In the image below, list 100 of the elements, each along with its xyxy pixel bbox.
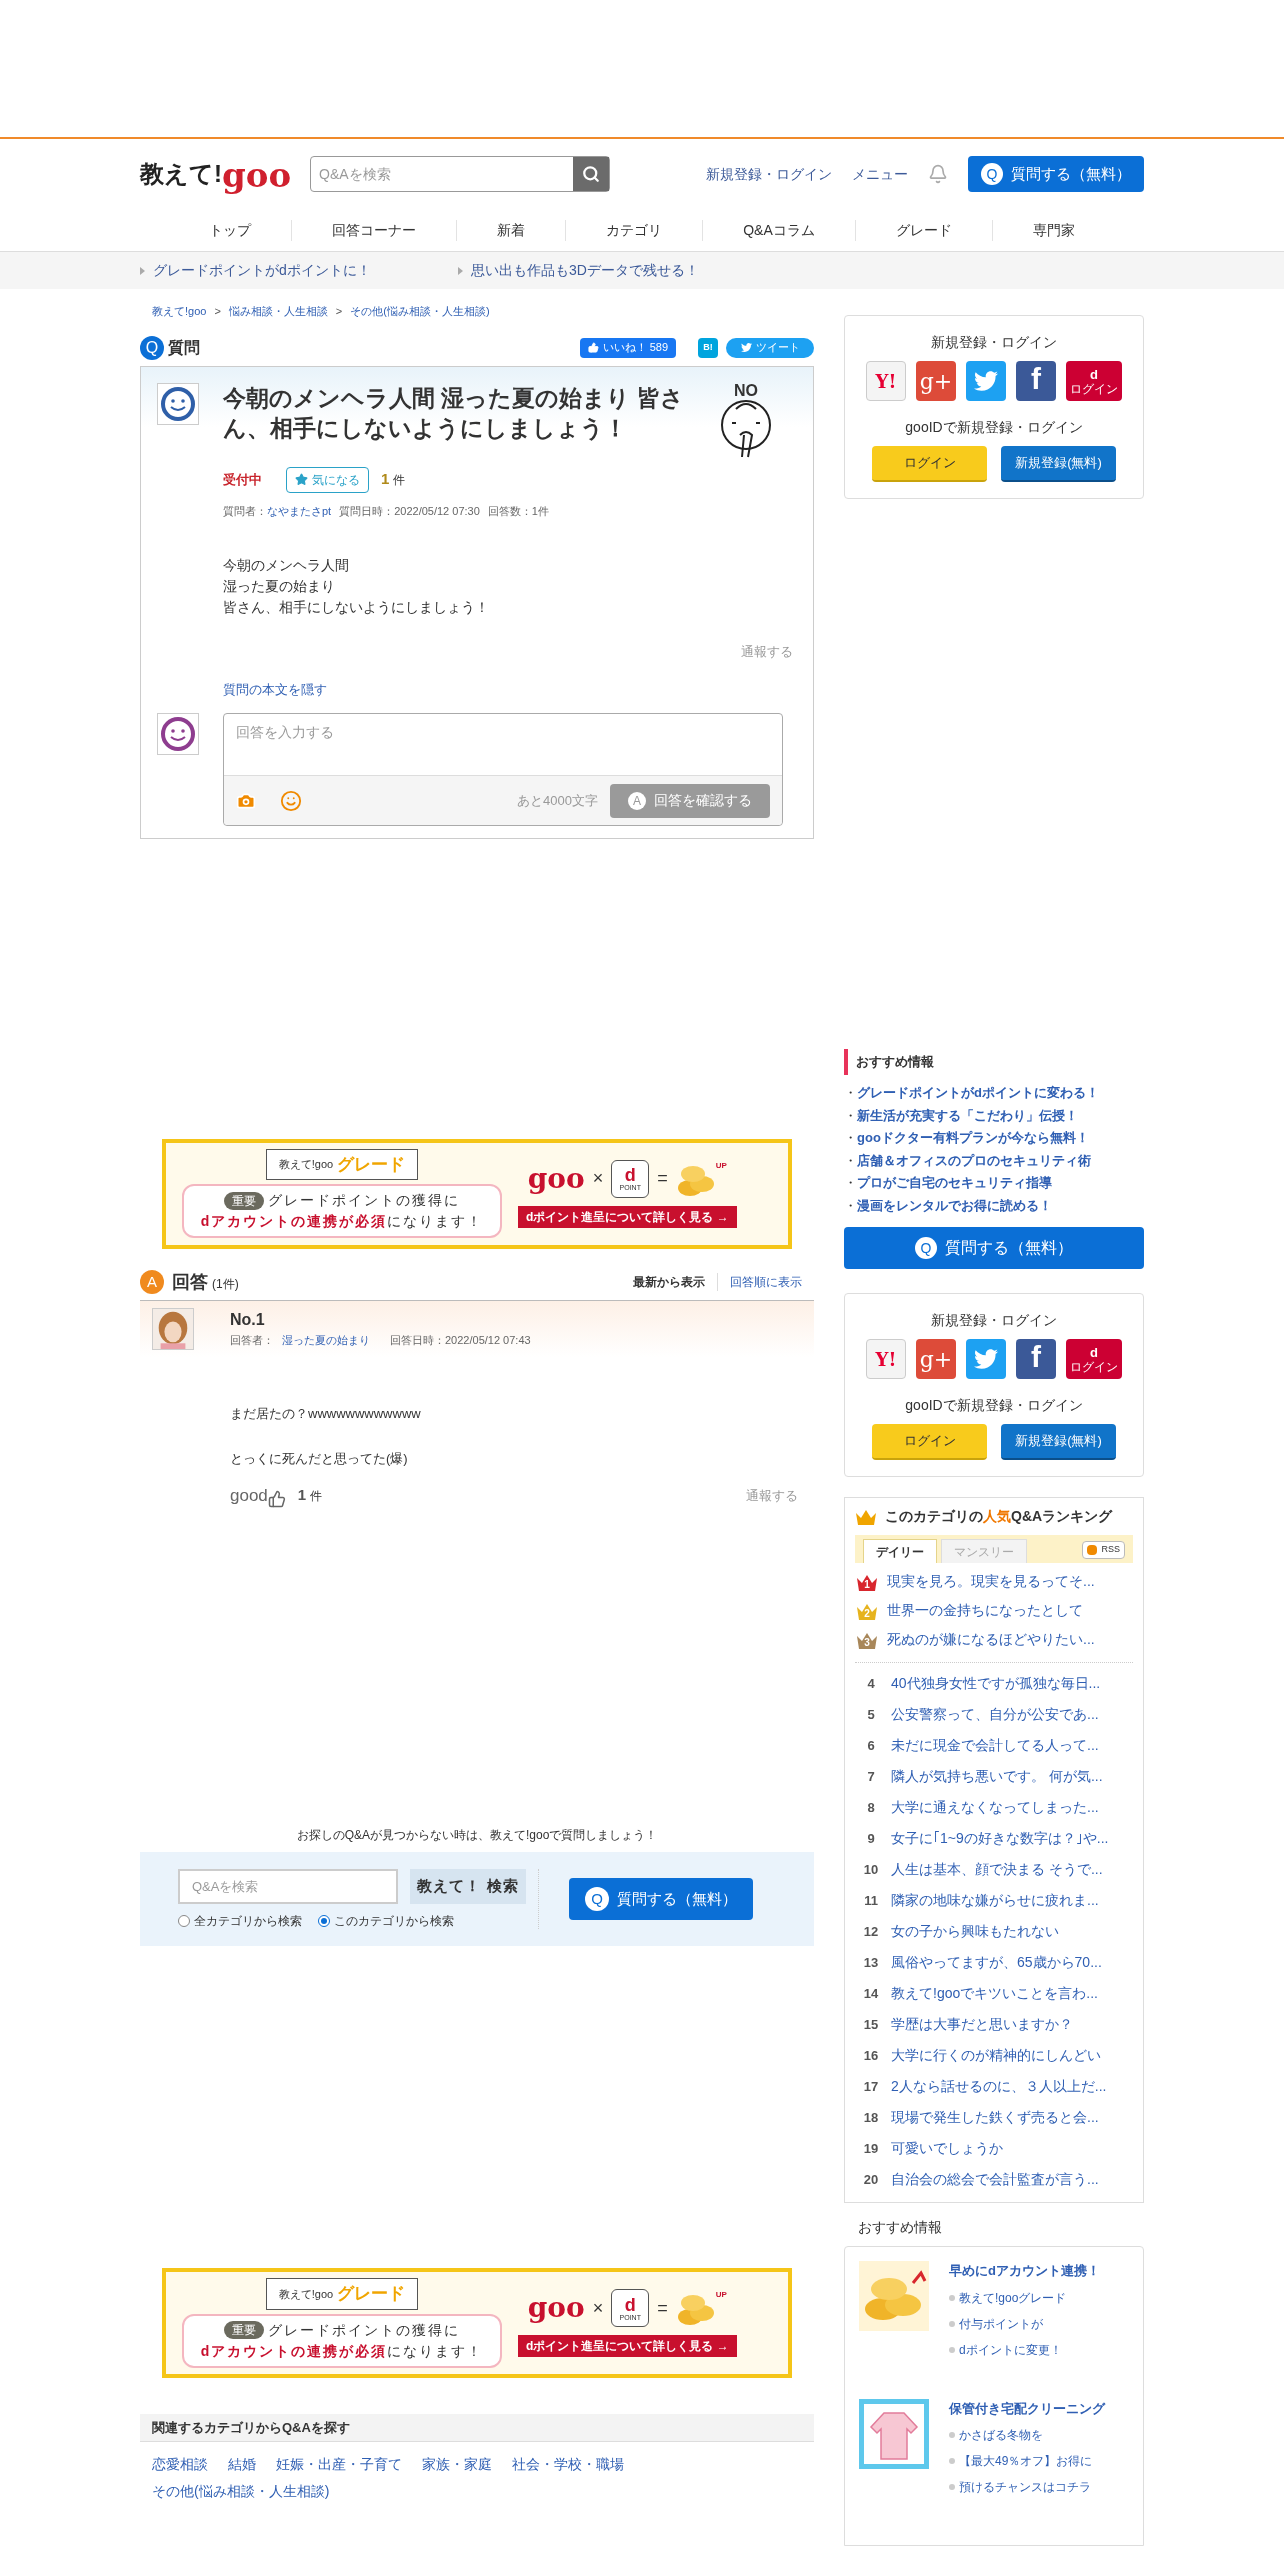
ranking-link[interactable]: 未だに現金で会計してる人って... xyxy=(891,1735,1099,1756)
ranking-link[interactable]: 現場で発生した鉄くず売ると会... xyxy=(891,2107,1099,2128)
avatar-icon xyxy=(157,713,199,755)
ask-question-button[interactable]: Q 質問する（無料） xyxy=(569,1878,753,1920)
answer-total: (1件) xyxy=(212,1276,239,1293)
gooid-label: gooIDで新規登録・ログイン xyxy=(905,418,1083,437)
docomo-login-button[interactable]: d ログイン xyxy=(1066,1339,1122,1379)
category-link[interactable]: 社会・学校・職場 xyxy=(512,2454,624,2475)
ranking-link[interactable]: 女の子から興味もたれない xyxy=(891,1921,1059,1942)
yahoo-login-button[interactable]: Y! xyxy=(866,361,906,401)
ask-question-button[interactable]: Q 質問する（無料） xyxy=(844,1227,1144,1269)
search-button[interactable] xyxy=(573,157,609,191)
ranking-link[interactable]: 現実を見ろ。現実を見るってそ... xyxy=(887,1571,1095,1592)
nav-tab[interactable]: グレード xyxy=(854,219,992,241)
sort-option[interactable]: 回答順に表示 xyxy=(717,1273,814,1291)
ranking-link[interactable]: 大学に行くのが精神的にしんどい xyxy=(891,2045,1101,2066)
up-label: UP xyxy=(715,2289,727,2301)
ranking-link[interactable]: 死ぬのが嫌になるほどやりたい... xyxy=(887,1629,1095,1650)
facebook-login-button[interactable]: f xyxy=(1016,361,1056,401)
nav-tab[interactable]: カテゴリ xyxy=(565,219,703,241)
google-login-button[interactable]: g+ xyxy=(916,1339,956,1379)
header-link[interactable]: 新規登録・ログイン xyxy=(706,163,832,185)
search-field[interactable]: Q&Aを検索 xyxy=(310,156,610,192)
sort-option[interactable]: 最新から表示 xyxy=(621,1273,717,1291)
recommend-link[interactable]: グレードポイントがdポイントに変わる！ xyxy=(857,1083,1099,1103)
ask-question-button[interactable]: Q 質問する（無料） xyxy=(968,156,1144,192)
ranking-link[interactable]: 公安警察って、自分が公安であ... xyxy=(891,1704,1099,1725)
ranking-link[interactable]: 教えて!gooでキツいことを言わ... xyxy=(891,1983,1098,2004)
ranking-link[interactable]: 2人なら話せるのに、３人以上だ... xyxy=(891,2076,1107,2097)
breadcrumb-link[interactable]: 教えて!goo xyxy=(152,303,207,320)
register-button[interactable]: 新規登録(無料) xyxy=(1001,1424,1116,1460)
asker-link[interactable]: なやまたさpt xyxy=(267,502,332,519)
yahoo-login-button[interactable]: Y! xyxy=(866,1339,906,1379)
ranking-link[interactable]: 世界一の金持ちになったとして xyxy=(887,1600,1083,1621)
category-link[interactable]: 結婚 xyxy=(228,2454,256,2475)
login-heading: 新規登録・ログイン xyxy=(931,1311,1057,1330)
recommend-link[interactable]: 新生活が充実する「こだわり」伝授！ xyxy=(857,1105,1078,1125)
answerer-link[interactable]: 湿った夏の始まり xyxy=(282,1332,370,1349)
category-link[interactable]: その他(悩み相談・人生相談) xyxy=(152,2481,330,2502)
banner-cta[interactable]: dポイント進呈について詳しく見る → xyxy=(518,1205,737,1228)
breadcrumb-link[interactable]: その他(悩み相談・人生相談) xyxy=(350,303,490,320)
breadcrumb-link[interactable]: 悩み相談・人生相談 xyxy=(228,303,328,320)
banner-grade: グレード xyxy=(337,1153,406,1176)
nav-tab[interactable]: 回答コーナー xyxy=(291,219,457,241)
nav-tab[interactable]: Q&Aコラム xyxy=(702,219,855,241)
star-icon xyxy=(295,473,308,486)
ranking-link[interactable]: 学歴は大事だと思いますか？ xyxy=(891,2014,1073,2035)
docomo-login-button[interactable]: d ログイン xyxy=(1066,361,1122,401)
recommend-title[interactable]: 保管付き宅配クリーニング xyxy=(949,2398,1105,2418)
smiley-icon[interactable] xyxy=(280,789,302,812)
google-login-button[interactable]: g+ xyxy=(916,361,956,401)
recommend-link[interactable]: プロがご自宅のセキュリティ指導 xyxy=(857,1173,1052,1193)
notification-bell-icon[interactable] xyxy=(928,164,948,184)
search-input[interactable]: Q&Aを検索 xyxy=(311,157,573,191)
ranking-link[interactable]: 40代独身女性ですが孤独な毎日... xyxy=(891,1673,1101,1694)
hide-body-link[interactable]: 質問の本文を隠す xyxy=(223,679,327,699)
character-count: あと4000文字 xyxy=(517,791,598,810)
category-link[interactable]: 恋愛相談 xyxy=(152,2454,208,2475)
ranking-link[interactable]: 女子に｢1~9の好きな数字は？｣や... xyxy=(891,1828,1109,1849)
ranking-link[interactable]: 隣家の地味な嫌がらせに疲れま... xyxy=(891,1890,1099,1911)
scope-radio[interactable]: 全カテゴリから検索 xyxy=(178,1911,302,1930)
facebook-login-button[interactable]: f xyxy=(1016,1339,1056,1379)
rss-icon xyxy=(1087,1545,1098,1555)
category-link[interactable]: 家族・家庭 xyxy=(422,2454,492,2475)
recommend-link[interactable]: 店舗＆オフィスのプロのセキュリティ術 xyxy=(857,1150,1091,1170)
search-field[interactable]: Q&Aを検索 xyxy=(178,1868,398,1904)
ranking-link[interactable]: 可愛いでしょうか xyxy=(891,2138,1003,2159)
promo-link[interactable]: グレードポイントがdポイントに！ xyxy=(140,260,410,281)
ranking-link[interactable]: 自治会の総会で会計監査が言う... xyxy=(891,2169,1099,2190)
scope-radio[interactable]: このカテゴリから検索 xyxy=(318,1911,454,1930)
good-button[interactable]: good xyxy=(230,1482,286,1508)
ranking-link[interactable]: 風俗やってますが、65歳から70... xyxy=(891,1952,1102,1973)
recommend-link[interactable]: gooドクター有料プランが今なら無料！ xyxy=(857,1128,1089,1148)
category-link[interactable]: 妊娠・出産・子育て xyxy=(276,2454,402,2475)
login-button[interactable]: ログイン xyxy=(872,1424,987,1460)
important-tag: 重要 xyxy=(224,2321,264,2340)
ranking-link[interactable]: 隣人が気持ち悪いです。 何が気... xyxy=(891,1766,1103,1787)
rss-button[interactable]: RSS xyxy=(1082,1541,1125,1559)
like-button[interactable]: いいね！ 589 xyxy=(579,337,676,358)
recommend-title[interactable]: 早めにdアカウント連携！ xyxy=(949,2261,1100,2281)
rank-number: 6 xyxy=(866,1736,876,1755)
good-count: 1 件 xyxy=(297,1485,323,1505)
ranking-link[interactable]: 人生は基本、顔で決まる そうで... xyxy=(891,1859,1103,1880)
twitter-login-button[interactable] xyxy=(966,361,1006,401)
nav-tab[interactable]: 専門家 xyxy=(991,219,1115,241)
header-link[interactable]: メニュー xyxy=(852,163,908,185)
banner-cta[interactable]: dポイント進呈について詳しく見る → xyxy=(518,2335,737,2357)
recommend-link[interactable]: 漫画をレンタルでお得に読める！ xyxy=(857,1195,1052,1215)
goo-logo: goo xyxy=(527,1164,585,1193)
register-button[interactable]: 新規登録(無料) xyxy=(1001,446,1116,482)
login-button[interactable]: ログイン xyxy=(872,446,987,482)
twitter-login-button[interactable] xyxy=(966,1339,1006,1379)
promo-link[interactable]: 思い出も作品も3Dデータで残せる！ xyxy=(458,260,728,281)
rank-number: 5 xyxy=(866,1705,876,1724)
ranking-tab[interactable]: デイリー xyxy=(863,1539,937,1563)
search-button[interactable]: 教えて！ 検索 xyxy=(410,1868,526,1904)
nav-tab[interactable]: トップ xyxy=(169,219,292,241)
answer-count: 回答数：1件 xyxy=(487,503,549,519)
nav-tab[interactable]: 新着 xyxy=(456,219,566,241)
ranking-link[interactable]: 大学に通えなくなってしまった... xyxy=(891,1797,1099,1818)
